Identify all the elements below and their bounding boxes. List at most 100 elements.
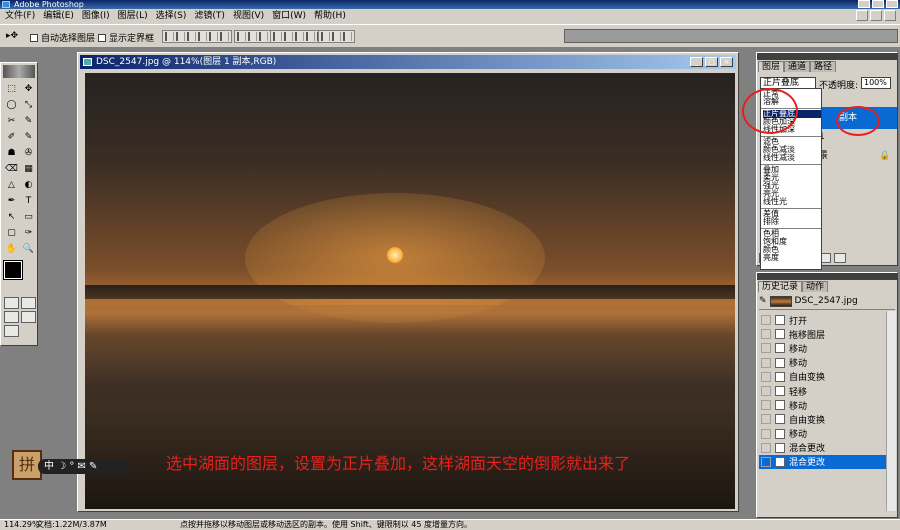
align-buttons[interactable]: [162, 30, 232, 43]
doc-minimize-button[interactable]: [856, 10, 868, 21]
delete-layer-icon[interactable]: [834, 253, 846, 263]
menu-edit[interactable]: 编辑(E): [39, 9, 78, 24]
healing-icon[interactable]: ✐: [4, 130, 19, 144]
history-brush-icon[interactable]: ✇: [21, 146, 36, 160]
document-title-bar[interactable]: DSC_2547.jpg @ 114%(图层 1 副本,RGB) _ □ ×: [80, 55, 736, 69]
minimize-button[interactable]: [858, 0, 870, 8]
stamp-icon[interactable]: ☗: [4, 146, 19, 160]
history-item-label: 移动: [789, 344, 808, 355]
opacity-input[interactable]: 100%: [861, 77, 891, 89]
history-item[interactable]: 混合更改: [759, 441, 895, 455]
blend-linear-light[interactable]: 线性光: [763, 198, 821, 206]
type-icon[interactable]: T: [21, 194, 36, 208]
shape-icon[interactable]: ▭: [21, 210, 36, 224]
menu-layer[interactable]: 图层(L): [114, 9, 152, 24]
history-panel: 历史记录 动作 ✎ DSC_2547.jpg 打开 拖移图层 移动 移动 自由变…: [756, 272, 898, 518]
dodge-icon[interactable]: ◐: [21, 178, 36, 192]
crop-icon[interactable]: ✂: [4, 114, 19, 128]
move-icon[interactable]: ✥: [21, 82, 36, 96]
ime-toolbar[interactable]: 中 ☽ ° ✉ ✎: [38, 459, 130, 474]
standard-mode-button[interactable]: [4, 297, 19, 309]
magic-wand-icon[interactable]: ⤡: [21, 98, 36, 112]
blend-linear-dodge[interactable]: 线性减淡: [763, 154, 821, 162]
menu-help[interactable]: 帮助(H): [310, 9, 350, 24]
options-bar: ▸✥ 自动选择图层 显示定界框: [0, 24, 900, 48]
history-step-icon: [775, 329, 785, 340]
panel-grip[interactable]: [757, 53, 897, 60]
menu-select[interactable]: 选择(S): [152, 9, 191, 24]
history-brush-source-icon[interactable]: ✎: [759, 296, 767, 306]
blend-group-contrast: 叠加 柔光 强光 亮光 线性光: [761, 165, 821, 209]
notes-icon[interactable]: ▢: [4, 226, 19, 240]
blend-luminosity[interactable]: 亮度: [763, 254, 821, 262]
tab-paths[interactable]: 路径: [810, 61, 837, 72]
adobe-logo-icon[interactable]: [3, 65, 35, 78]
menu-filter[interactable]: 滤镜(T): [190, 9, 229, 24]
tab-history[interactable]: 历史记录: [758, 281, 803, 292]
tab-layers[interactable]: 图层: [758, 61, 785, 72]
doc-close-icon[interactable]: ×: [720, 57, 733, 67]
history-item[interactable]: 拖移图层: [759, 327, 895, 341]
doc-restore-button[interactable]: [870, 10, 882, 21]
eraser-icon[interactable]: ⌫: [4, 162, 19, 176]
tab-actions[interactable]: 动作: [802, 281, 829, 292]
screen-mode-2-button[interactable]: [21, 311, 36, 323]
opacity-label: 不透明度:: [819, 81, 859, 91]
auto-select-label: 自动选择图层: [41, 34, 96, 44]
auto-select-option[interactable]: 自动选择图层: [30, 31, 95, 44]
history-item[interactable]: 打开: [759, 313, 895, 327]
gradient-icon[interactable]: ▦: [21, 162, 36, 176]
maximize-button[interactable]: [872, 0, 884, 8]
path-select-icon[interactable]: ↖: [4, 210, 19, 224]
move-icon: [775, 357, 785, 368]
menu-view[interactable]: 视图(V): [229, 9, 268, 24]
history-item[interactable]: 移动: [759, 341, 895, 355]
annotation-circle-blend: [742, 88, 798, 134]
foreground-color[interactable]: [3, 260, 23, 280]
eyedropper-icon[interactable]: ✑: [21, 226, 36, 240]
align-center-buttons[interactable]: [234, 30, 271, 43]
show-bounds-checkbox[interactable]: [98, 33, 106, 42]
distribute-h-buttons[interactable]: [318, 30, 355, 43]
doc-close-button[interactable]: [884, 10, 896, 21]
history-item[interactable]: 移动: [759, 427, 895, 441]
history-item[interactable]: 移动: [759, 356, 895, 370]
history-item[interactable]: 移动: [759, 398, 895, 412]
menu-image[interactable]: 图像(I): [78, 9, 114, 24]
history-item[interactable]: 轻移: [759, 384, 895, 398]
blur-icon[interactable]: △: [4, 178, 19, 192]
close-button[interactable]: [886, 0, 898, 8]
tool-grid: ⬚ ✥ ◯ ⤡ ✂ ✎ ✐ ✎ ☗ ✇ ⌫ ▦ △ ◐ ✒ T ↖ ▭ ▢ ✑ …: [4, 82, 36, 256]
document-info[interactable]: 文档:1.22M/3.87M: [36, 520, 107, 530]
panel-grip[interactable]: [757, 273, 897, 280]
hand-icon[interactable]: ✋: [4, 242, 19, 256]
doc-maximize-icon[interactable]: □: [705, 57, 718, 67]
brush-icon[interactable]: ✎: [21, 130, 36, 144]
blend-exclusion[interactable]: 排除: [763, 218, 821, 226]
app-title-bar: Adobe Photoshop: [0, 0, 900, 9]
zoom-level[interactable]: 114.29%: [4, 520, 40, 530]
menu-window[interactable]: 窗口(W): [268, 9, 310, 24]
history-item-label: 自由变换: [789, 373, 826, 384]
doc-minimize-icon[interactable]: _: [690, 57, 703, 67]
menu-file[interactable]: 文件(F): [1, 9, 39, 24]
history-scrollbar[interactable]: [886, 311, 896, 511]
history-snapshot[interactable]: ✎ DSC_2547.jpg: [759, 293, 895, 310]
move-tool-icon[interactable]: ▸✥: [6, 31, 18, 41]
history-item-selected[interactable]: 混合更改: [759, 454, 895, 470]
show-bounds-option[interactable]: 显示定界框: [98, 31, 154, 44]
history-item[interactable]: 自由变换: [759, 370, 895, 384]
history-item[interactable]: 自由变换: [759, 412, 895, 426]
marquee-icon[interactable]: ⬚: [4, 82, 19, 96]
quickmask-mode-button[interactable]: [21, 297, 36, 309]
tab-channels[interactable]: 通道: [784, 61, 811, 72]
slice-icon[interactable]: ✎: [21, 114, 36, 128]
image-canvas[interactable]: [85, 73, 735, 509]
palette-well[interactable]: [564, 29, 898, 43]
pen-icon[interactable]: ✒: [4, 194, 19, 208]
zoom-icon[interactable]: 🔍: [21, 242, 36, 256]
auto-select-checkbox[interactable]: [30, 33, 38, 42]
screen-mode-1-button[interactable]: [4, 311, 19, 323]
imageready-jump-button[interactable]: [4, 325, 19, 337]
lasso-icon[interactable]: ◯: [4, 98, 19, 112]
